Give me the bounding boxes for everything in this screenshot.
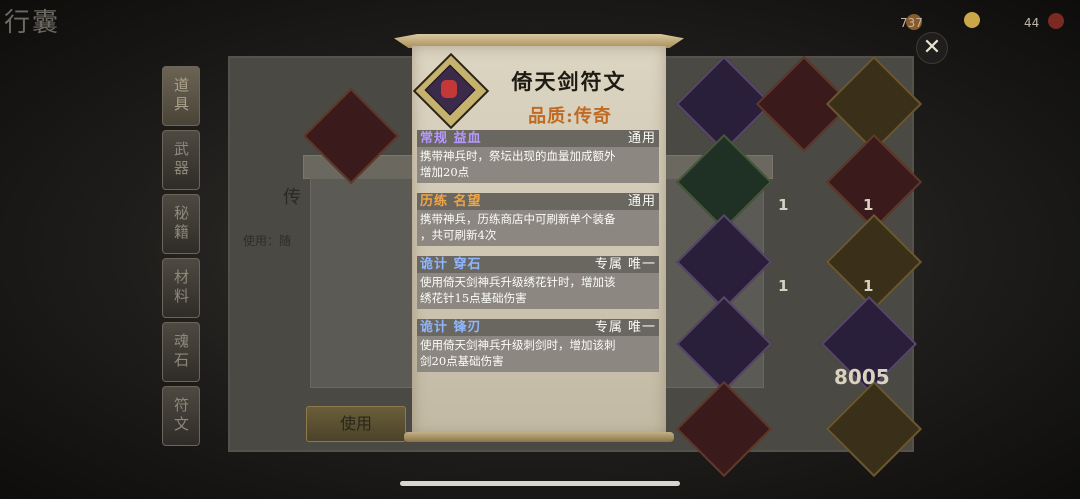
close-icon: ✕	[922, 35, 942, 60]
attribute-header: 诡计 锋刃 专属 唯一	[417, 319, 659, 336]
attribute-name: 诡计 锋刃	[420, 320, 482, 335]
attribute-desc-line: 携带神兵时，祭坛出现的血量加成额外	[420, 149, 616, 163]
home-indicator	[400, 481, 680, 486]
attribute-desc-line: ，共可刷新4次	[420, 228, 497, 242]
tab-weapons[interactable]: 武器	[162, 130, 200, 190]
use-button[interactable]: 使用	[306, 406, 406, 442]
attribute-block: 常规 益血 通用 携带神兵时，祭坛出现的血量加成额外 增加20点	[417, 130, 659, 183]
item-name: 倚天剑符文	[511, 69, 627, 94]
add-icon[interactable]	[1048, 13, 1064, 29]
tab-runes[interactable]: 符文	[162, 386, 200, 446]
tab-manuals[interactable]: 秘籍	[162, 194, 200, 254]
attribute-name: 常规 益血	[420, 131, 482, 146]
game-screen: 行囊 737 44 ✕ 道具 武器 秘籍 材料 魂石 符文 传 使用：随 使用 …	[0, 0, 1080, 499]
attribute-name: 历练 名望	[420, 194, 482, 209]
tab-items[interactable]: 道具	[162, 66, 200, 126]
attribute-name: 诡计 穿石	[420, 257, 482, 272]
tile-count: 1	[863, 196, 874, 214]
gem-icon	[964, 12, 980, 28]
attribute-type: 通用	[627, 131, 656, 146]
attribute-desc-line: 剑20点基础伤害	[420, 354, 504, 368]
attribute-desc-line: 携带神兵，历练商店中可刷新单个装备	[420, 212, 616, 226]
detail-title: 传	[283, 187, 301, 208]
attribute-header: 历练 名望 通用	[417, 193, 659, 210]
attribute-desc-line: 增加20点	[420, 165, 470, 179]
attribute-description: 携带神兵，历练商店中可刷新单个装备 ，共可刷新4次	[417, 210, 659, 246]
tile-count: 1	[778, 196, 789, 214]
attribute-header: 诡计 穿石 专属 唯一	[417, 256, 659, 273]
attribute-type: 专属 唯一	[594, 257, 656, 272]
attribute-description: 使用倚天剑神兵升级刺剑时，增加该刺 剑20点基础伤害	[417, 336, 659, 372]
scroll-bottom-rod	[404, 432, 674, 442]
detail-use-text: 使用：随	[243, 234, 292, 248]
attribute-block: 诡计 穿石 专属 唯一 使用倚天剑神兵升级绣花针时，增加该 绣花针15点基础伤害	[417, 256, 659, 309]
attribute-description: 携带神兵时，祭坛出现的血量加成额外 增加20点	[417, 147, 659, 183]
tile-count: 8005	[834, 365, 890, 389]
attribute-desc-line: 使用倚天剑神兵升级刺剑时，增加该刺	[420, 338, 616, 352]
attribute-type: 通用	[627, 194, 656, 209]
inventory-logo: 行囊	[4, 8, 61, 38]
tab-soulstones[interactable]: 魂石	[162, 322, 200, 382]
item-quality: 品质:传奇	[528, 106, 612, 127]
attribute-block: 诡计 锋刃 专属 唯一 使用倚天剑神兵升级刺剑时，增加该刺 剑20点基础伤害	[417, 319, 659, 372]
close-button[interactable]: ✕	[916, 32, 948, 64]
resource-2-value: 44	[1024, 16, 1040, 30]
attribute-desc-line: 绣花针15点基础伤害	[420, 291, 527, 305]
tile-count: 1	[863, 277, 874, 295]
tab-materials[interactable]: 材料	[162, 258, 200, 318]
attribute-desc-line: 使用倚天剑神兵升级绣花针时，增加该	[420, 275, 616, 289]
resource-1-value: 737	[900, 16, 923, 30]
attribute-type: 专属 唯一	[594, 320, 656, 335]
attribute-header: 常规 益血 通用	[417, 130, 659, 147]
attribute-block: 历练 名望 通用 携带神兵，历练商店中可刷新单个装备 ，共可刷新4次	[417, 193, 659, 246]
rune-gem-icon	[441, 80, 457, 98]
tile-count: 1	[778, 277, 789, 295]
attribute-description: 使用倚天剑神兵升级绣花针时，增加该 绣花针15点基础伤害	[417, 273, 659, 309]
